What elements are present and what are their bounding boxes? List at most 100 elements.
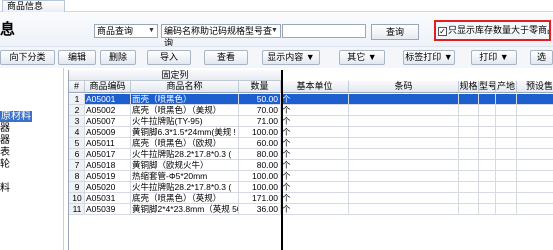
column-header-barcode[interactable]: 条码 [349,81,459,93]
column-header-quantity[interactable]: 数量 [239,81,281,93]
table-cell-code[interactable]: A05009 [85,127,131,138]
stock-filter-checkbox[interactable]: ✓ [438,27,447,36]
table-cell-code[interactable]: A05001 [85,94,131,105]
tree-item[interactable]: 轮 [0,159,10,170]
table-cell-model[interactable] [479,127,496,138]
table-cell-quantity[interactable]: 71.00 [239,116,281,127]
table-cell-index[interactable]: 8 [69,171,85,182]
table-cell-quantity[interactable]: 80.00 [239,160,281,171]
table-cell-code[interactable]: A05031 [85,193,131,204]
print-button[interactable]: 打印 ▼ [471,50,517,65]
column-header-model[interactable]: 型号 [479,81,496,93]
table-cell-price1[interactable] [517,105,553,116]
table-cell-index[interactable]: 5 [69,138,85,149]
table-cell-quantity[interactable]: 60.00 [239,138,281,149]
table-cell-spec[interactable] [459,193,479,204]
table-cell-unit[interactable]: 个 [281,94,349,105]
table-cell-model[interactable] [479,182,496,193]
table-cell-quantity[interactable]: 100.00 [239,171,281,182]
table-cell-barcode[interactable] [349,127,459,138]
table-cell-quantity[interactable]: 50.00 [239,94,281,105]
column-header-index[interactable]: # [69,81,85,93]
edit-button[interactable]: 编辑 [58,50,96,65]
table-cell-model[interactable] [479,105,496,116]
import-button[interactable]: 导入 [147,50,191,65]
table-cell-name[interactable]: 底壳（喷黑色）（美规） [131,105,239,116]
table-row[interactable]: 7 A05018 黄铜脚（欧规火牛） 80.00 个 [69,160,553,171]
table-cell-barcode[interactable] [349,182,459,193]
view-button[interactable]: 查看 [204,50,248,65]
table-cell-name[interactable]: 黄铜脚6.3*1.5*24mm(美规 ! [131,127,239,138]
tree-item[interactable]: 器 [0,135,10,146]
table-cell-origin[interactable] [496,116,517,127]
table-cell-barcode[interactable] [349,116,459,127]
table-cell-origin[interactable] [496,182,517,193]
table-cell-model[interactable] [479,160,496,171]
table-cell-unit[interactable]: 个 [281,127,349,138]
table-cell-code[interactable]: A05018 [85,160,131,171]
table-cell-index[interactable]: 10 [69,193,85,204]
table-cell-barcode[interactable] [349,193,459,204]
tree-item-raw-materials[interactable]: 原材料 [0,111,32,122]
table-cell-code[interactable]: A05019 [85,171,131,182]
table-cell-quantity[interactable]: 80.00 [239,149,281,160]
column-header-unit[interactable]: 基本单位 [281,81,349,93]
tree-item[interactable]: 器 [0,123,10,134]
table-cell-spec[interactable] [459,160,479,171]
table-cell-origin[interactable] [496,94,517,105]
delete-button[interactable]: 删除 [100,50,136,65]
table-cell-code[interactable]: A05002 [85,105,131,116]
table-cell-unit[interactable]: 个 [281,149,349,160]
table-cell-index[interactable]: 9 [69,182,85,193]
table-cell-unit[interactable]: 个 [281,138,349,149]
table-cell-index[interactable]: 7 [69,160,85,171]
table-cell-price1[interactable] [517,204,553,215]
tree-item[interactable]: 表 [0,147,10,158]
table-cell-origin[interactable] [496,105,517,116]
chevron-down-icon[interactable]: ▼ [270,26,279,36]
table-cell-index[interactable]: 2 [69,105,85,116]
query-type-select[interactable]: 商品查询 ▼ [94,24,158,38]
search-input[interactable] [282,24,366,38]
table-cell-model[interactable] [479,94,496,105]
stock-filter-option[interactable]: ✓ 只显示库存数量大于零商品 [434,20,551,41]
table-row[interactable]: 5 A05011 底壳（喷黑色）（欧规） 60.00 个 [69,138,553,149]
table-cell-unit[interactable]: 个 [281,171,349,182]
column-header-price1[interactable]: 预设售价1 [517,81,553,93]
table-cell-quantity[interactable]: 36.00 [239,204,281,215]
table-cell-quantity[interactable]: 100.00 [239,127,281,138]
table-cell-origin[interactable] [496,127,517,138]
table-cell-price1[interactable] [517,116,553,127]
table-cell-name[interactable]: 热缩套管-Φ5*20mm [131,171,239,182]
table-cell-quantity[interactable]: 70.00 [239,105,281,116]
table-cell-unit[interactable]: 个 [281,182,349,193]
table-cell-model[interactable] [479,204,496,215]
select-button[interactable]: 选 [530,50,553,65]
table-cell-barcode[interactable] [349,171,459,182]
table-cell-price1[interactable] [517,171,553,182]
table-row[interactable]: 4 A05009 黄铜脚6.3*1.5*24mm(美规 ! 100.00 个 [69,127,553,138]
table-cell-model[interactable] [479,116,496,127]
table-cell-barcode[interactable] [349,138,459,149]
table-cell-origin[interactable] [496,138,517,149]
table-cell-name[interactable]: 面壳（喷黑色） [131,94,239,105]
table-cell-unit[interactable]: 个 [281,193,349,204]
table-cell-spec[interactable] [459,204,479,215]
tab-product-info[interactable]: 商品信息 [2,0,65,12]
table-cell-spec[interactable] [459,94,479,105]
table-cell-origin[interactable] [496,204,517,215]
query-button[interactable]: 查询 [371,24,419,40]
table-cell-index[interactable]: 6 [69,149,85,160]
table-cell-name[interactable]: 火牛拉牌贴(TY-95) [131,116,239,127]
table-cell-spec[interactable] [459,127,479,138]
table-row[interactable]: 6 A05017 火牛拉牌贴28.2*17.8*0.3 (80.00 个 [69,149,553,160]
table-cell-origin[interactable] [496,193,517,204]
table-cell-index[interactable]: 1 [69,94,85,105]
table-cell-spec[interactable] [459,105,479,116]
table-cell-code[interactable]: A05020 [85,182,131,193]
table-cell-model[interactable] [479,149,496,160]
table-cell-model[interactable] [479,193,496,204]
table-cell-name[interactable]: 底壳（喷黑色）（欧规） [131,138,239,149]
table-cell-barcode[interactable] [349,204,459,215]
table-cell-origin[interactable] [496,160,517,171]
